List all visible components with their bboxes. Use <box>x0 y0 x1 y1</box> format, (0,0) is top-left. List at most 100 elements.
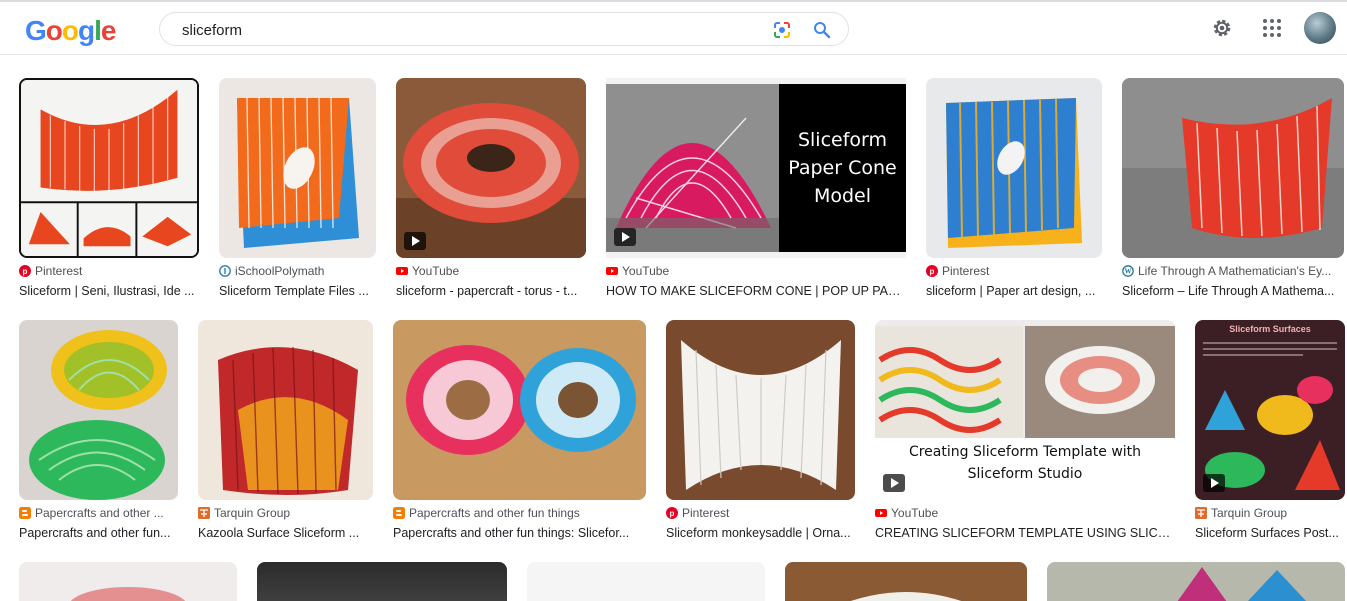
svg-text:W: W <box>1125 268 1132 276</box>
result-source[interactable]: p Pinterest <box>19 264 199 278</box>
result-title[interactable]: Papercrafts and other fun things: Slicef… <box>393 526 646 540</box>
source-name: Pinterest <box>942 264 990 278</box>
image-result[interactable] <box>19 562 237 601</box>
logo-letter: g <box>78 15 95 46</box>
blogger-icon <box>393 507 405 519</box>
svg-text:p: p <box>670 509 675 518</box>
result-thumbnail[interactable] <box>926 78 1102 258</box>
overlay-line: Model <box>813 185 872 207</box>
result-source[interactable]: YouTube <box>396 264 586 278</box>
logo-letter: G <box>25 15 47 46</box>
apps-grid-icon[interactable] <box>1259 15 1285 41</box>
search-icon[interactable] <box>812 20 832 40</box>
blogger-icon <box>19 507 31 519</box>
result-thumbnail[interactable] <box>19 562 237 601</box>
result-title[interactable]: Sliceform Surfaces Post... <box>1195 526 1345 540</box>
wordpress-icon: W <box>1122 265 1134 277</box>
result-title[interactable]: Papercrafts and other fun... <box>19 526 178 540</box>
result-thumbnail[interactable] <box>393 320 646 500</box>
video-play-badge <box>404 232 426 250</box>
result-thumbnail[interactable] <box>396 78 586 258</box>
tarquin-icon <box>1195 507 1207 519</box>
overlay-line: Sliceform Studio <box>967 466 1083 482</box>
source-name: Papercrafts and other fun things <box>409 506 580 520</box>
account-avatar[interactable] <box>1304 12 1336 44</box>
youtube-icon <box>606 267 618 275</box>
result-thumbnail[interactable] <box>257 562 507 601</box>
svg-text:p: p <box>23 267 28 276</box>
pinterest-icon: p <box>926 265 938 277</box>
result-title[interactable]: sliceform - papercraft - torus - t... <box>396 284 586 298</box>
source-name: Life Through A Mathematician's Ey... <box>1138 264 1332 278</box>
logo-letter: e <box>100 15 117 46</box>
video-title-overlay: Creating Sliceform Template with Slicefo… <box>875 438 1175 488</box>
result-thumbnail[interactable] <box>1047 562 1345 601</box>
image-result[interactable] <box>527 562 765 601</box>
youtube-icon <box>875 509 887 517</box>
source-name: Pinterest <box>35 264 83 278</box>
result-thumbnail[interactable] <box>666 320 855 500</box>
result-title[interactable]: Sliceform | Seni, Ilustrasi, Ide ... <box>19 284 199 298</box>
video-title-overlay: Sliceform Paper Cone Model <box>779 84 906 252</box>
result-thumbnail[interactable] <box>1122 78 1344 258</box>
tarquin-icon <box>198 507 210 519</box>
result-thumbnail[interactable] <box>785 562 1027 601</box>
ischool-icon <box>219 265 231 277</box>
result-title[interactable]: CREATING SLICEFORM TEMPLATE USING SLICEF… <box>875 526 1175 540</box>
overlay-line: Sliceform <box>797 129 888 151</box>
source-name: Tarquin Group <box>1211 506 1288 520</box>
result-source[interactable]: p Pinterest <box>666 506 855 520</box>
result-source[interactable]: W Life Through A Mathematician's Ey... <box>1122 264 1344 278</box>
pinterest-icon: p <box>19 265 31 277</box>
result-thumbnail[interactable] <box>219 78 376 258</box>
youtube-icon <box>396 267 408 275</box>
source-name: YouTube <box>891 506 939 520</box>
svg-text:p: p <box>930 267 935 276</box>
result-thumbnail[interactable]: Sliceform Paper Cone Model <box>606 78 906 258</box>
result-title[interactable]: Kazoola Surface Sliceform ... <box>198 526 373 540</box>
image-result[interactable] <box>785 562 1027 601</box>
result-source[interactable]: p Pinterest <box>926 264 1102 278</box>
overlay-line: Paper Cone <box>788 157 897 179</box>
source-name: YouTube <box>412 264 460 278</box>
gear-icon[interactable] <box>1209 15 1235 41</box>
source-name: Pinterest <box>682 506 730 520</box>
result-source[interactable]: Tarquin Group <box>198 506 373 520</box>
google-logo[interactable]: Google <box>25 15 117 47</box>
source-name: iSchoolPolymath <box>235 264 325 278</box>
source-name: Tarquin Group <box>214 506 291 520</box>
result-source[interactable]: Tarquin Group <box>1195 506 1345 520</box>
video-play-badge <box>883 474 905 492</box>
pinterest-icon: p <box>666 507 678 519</box>
google-lens-icon[interactable] <box>772 20 792 40</box>
image-results-row <box>0 562 1347 601</box>
result-thumbnail[interactable]: Sliceform Surfaces <box>1195 320 1345 500</box>
logo-letter: o <box>61 15 79 46</box>
video-play-badge <box>614 228 636 246</box>
result-source[interactable]: YouTube <box>606 264 906 278</box>
result-source[interactable]: YouTube <box>875 506 1175 520</box>
image-result[interactable] <box>257 562 507 601</box>
logo-letter: l <box>94 15 102 46</box>
result-thumbnail[interactable] <box>198 320 373 500</box>
result-source[interactable]: Papercrafts and other ... <box>19 506 178 520</box>
result-source[interactable]: iSchoolPolymath <box>219 264 376 278</box>
header: Google <box>0 2 1347 55</box>
result-title[interactable]: sliceform | Paper art design, ... <box>926 284 1102 298</box>
result-title[interactable]: Sliceform monkeysaddle | Orna... <box>666 526 855 540</box>
source-name: Papercrafts and other ... <box>35 506 164 520</box>
search-input[interactable] <box>180 19 744 41</box>
result-thumbnail[interactable]: Creating Sliceform Template with Slicefo… <box>875 320 1175 500</box>
source-name: YouTube <box>622 264 670 278</box>
result-source[interactable]: Papercrafts and other fun things <box>393 506 646 520</box>
result-title[interactable]: Sliceform – Life Through A Mathema... <box>1122 284 1344 298</box>
logo-letter: o <box>45 15 63 46</box>
result-title[interactable]: HOW TO MAKE SLICEFORM CONE | POP UP PAPE… <box>606 284 906 298</box>
result-thumbnail[interactable] <box>527 562 765 601</box>
result-thumbnail[interactable] <box>19 320 178 500</box>
search-box[interactable] <box>159 12 849 46</box>
image-result[interactable] <box>1047 562 1345 601</box>
result-title[interactable]: Sliceform Template Files ... <box>219 284 376 298</box>
overlay-line: Creating Sliceform Template with <box>908 444 1142 460</box>
result-thumbnail[interactable] <box>19 78 199 258</box>
